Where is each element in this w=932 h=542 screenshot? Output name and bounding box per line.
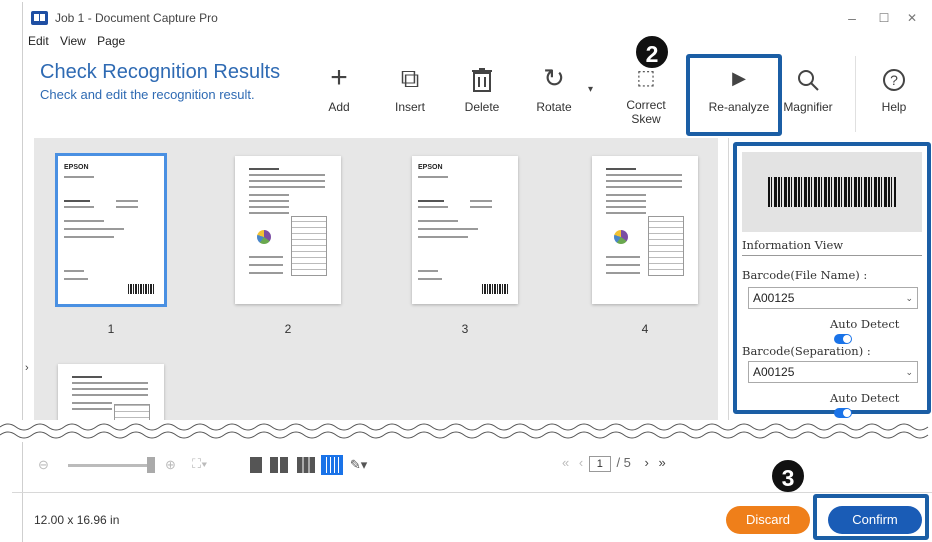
last-page-icon[interactable]: »	[659, 455, 666, 470]
panel-divider	[728, 138, 729, 438]
page-title: Check Recognition Results	[40, 61, 281, 83]
page-number-3: 3	[461, 322, 469, 336]
page-navigator: « ‹ 1 / 5 › »	[562, 455, 666, 472]
help-label: Help	[881, 100, 907, 114]
insert-button[interactable]: ⧉ Insert	[378, 62, 442, 114]
toolbar-divider	[855, 56, 856, 132]
re-analyze-callout-box	[686, 54, 782, 136]
page-subtitle: Check and edit the recognition result.	[40, 87, 255, 102]
app-logo-icon	[31, 11, 48, 25]
barcode-separation-value: A00125	[753, 365, 795, 379]
auto-detect-label: Auto Detect	[830, 391, 900, 405]
auto-detect-file-name[interactable]: Auto Detect	[830, 317, 920, 345]
delete-label: Delete	[464, 100, 500, 114]
menu-bar: Edit View Page	[28, 34, 133, 50]
rotate-label: Rotate	[536, 100, 572, 114]
discard-button[interactable]: Discard	[726, 506, 810, 534]
add-button[interactable]: + Add	[307, 61, 371, 115]
rotate-dropdown-icon[interactable]: ▾	[588, 84, 593, 95]
magnifier-button[interactable]: Magnifier	[776, 62, 840, 114]
correct-skew-label: Correct Skew	[626, 98, 666, 126]
prev-page-icon[interactable]: ‹	[579, 455, 583, 470]
footer-divider	[12, 492, 932, 493]
view-grid-icon[interactable]	[321, 454, 344, 475]
page-brand: EPSON	[64, 164, 89, 171]
next-page-icon[interactable]: ›	[645, 455, 649, 470]
page-number-2: 2	[284, 322, 292, 336]
window-title: Job 1 - Document Capture Pro	[55, 11, 218, 25]
page-brand: EPSON	[418, 164, 443, 171]
view-mode-group: ✎▾	[250, 454, 367, 476]
rotate-button[interactable]: ↻ Rotate	[522, 62, 586, 114]
zoom-out-icon[interactable]: ⊖	[38, 457, 49, 473]
menu-view[interactable]: View	[60, 34, 86, 48]
barcode-file-name-label: Barcode(File Name) :	[742, 268, 868, 282]
barcode-separation-select[interactable]: A00125 ⌄	[748, 361, 918, 383]
page-thumbnail-3[interactable]: EPSON	[412, 156, 518, 304]
auto-detect-toggle[interactable]	[834, 334, 852, 344]
auto-detect-toggle[interactable]	[834, 408, 852, 418]
page-number-4: 4	[641, 322, 649, 336]
add-label: Add	[328, 100, 350, 114]
delete-button[interactable]: Delete	[450, 62, 514, 114]
barcode-image	[768, 177, 896, 207]
edit-view-icon[interactable]: ✎▾	[350, 457, 367, 472]
auto-detect-separation[interactable]: Auto Detect	[830, 391, 920, 419]
collapse-panel-icon[interactable]: ›	[25, 362, 29, 374]
help-button[interactable]: ? Help	[862, 62, 926, 114]
zoom-in-icon[interactable]: ⊕	[165, 457, 176, 473]
view-small-icon[interactable]	[296, 456, 315, 473]
information-view-title: Information View	[742, 238, 844, 252]
rotate-icon: ↻	[543, 63, 565, 93]
first-page-icon[interactable]: «	[562, 455, 569, 470]
help-icon: ?	[862, 62, 926, 94]
cut-separator	[0, 420, 932, 442]
info-divider	[742, 255, 922, 256]
page-thumbnail-1[interactable]: EPSON	[55, 153, 167, 307]
view-large-icon[interactable]	[250, 456, 262, 473]
auto-detect-label: Auto Detect	[830, 317, 900, 331]
insert-page-icon: ⧉	[400, 63, 420, 93]
trash-icon	[450, 62, 514, 94]
close-button[interactable]: ✕	[901, 8, 923, 28]
minimize-button[interactable]: –	[841, 8, 863, 28]
barcode-preview	[742, 152, 922, 232]
plus-icon: +	[330, 61, 348, 94]
fit-page-icon[interactable]: ⛶▾	[192, 456, 207, 472]
correct-skew-button[interactable]: ⬚ Correct Skew	[614, 62, 678, 126]
barcode-separation-label: Barcode(Separation) :	[742, 344, 871, 358]
maximize-button[interactable]: ☐	[873, 8, 895, 28]
menu-edit[interactable]: Edit	[28, 34, 49, 48]
help-glyph: ?	[890, 72, 898, 88]
barcode-file-name-value: A00125	[753, 291, 795, 305]
page-number-1: 1	[107, 322, 115, 336]
magnifier-icon	[776, 62, 840, 94]
confirm-button[interactable]: Confirm	[828, 506, 922, 534]
menu-page[interactable]: Page	[97, 34, 125, 48]
callout-badge-2: 2	[634, 34, 670, 70]
current-page-input[interactable]: 1	[588, 456, 611, 472]
barcode-file-name-select[interactable]: A00125 ⌄	[748, 287, 918, 309]
zoom-slider-handle[interactable]	[147, 457, 155, 473]
total-pages: / 5	[616, 455, 631, 470]
chevron-down-icon: ⌄	[905, 293, 913, 303]
zoom-slider[interactable]	[68, 464, 150, 467]
page-dimensions: 12.00 x 16.96 in	[34, 513, 120, 527]
insert-label: Insert	[394, 100, 425, 114]
callout-badge-3: 3	[770, 458, 806, 494]
chevron-down-icon: ⌄	[905, 367, 913, 377]
title-bar: Job 1 - Document Capture Pro – ☐ ✕	[23, 2, 932, 34]
page-thumbnail-4[interactable]	[592, 156, 698, 304]
page-thumbnail-2[interactable]	[235, 156, 341, 304]
view-medium-icon[interactable]	[270, 456, 289, 473]
magnifier-label: Magnifier	[783, 100, 833, 114]
